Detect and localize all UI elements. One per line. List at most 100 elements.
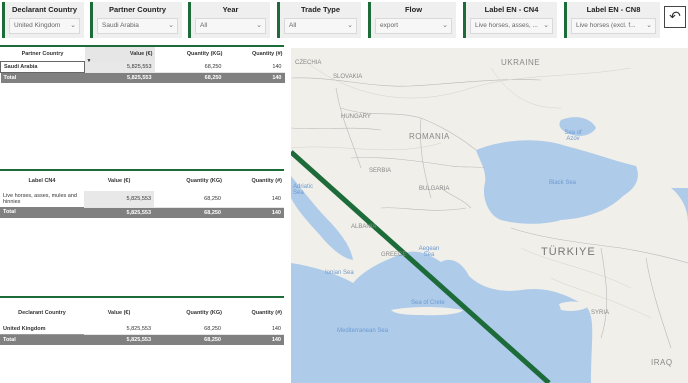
- cell-quantity-kg: 68,250: [154, 191, 224, 208]
- slicer-title: Year: [222, 5, 239, 14]
- column-header-declarant-country[interactable]: Declarant Country: [0, 298, 84, 324]
- slicer-title: Label EN - CN8: [586, 5, 641, 14]
- map-label-black-sea: Black Sea: [549, 180, 577, 186]
- chevron-down-icon: ⌄: [168, 22, 174, 29]
- dropdown-value: Live horses, asses, ...: [475, 22, 538, 29]
- partner-country-table: Partner Country Value (€) ▼ Quantity (KG)…: [0, 45, 285, 83]
- map-label-ionian-sea: Ionian Sea: [325, 270, 354, 276]
- map-label-mediterranean-sea: Mediterranean Sea: [337, 328, 389, 334]
- filter-bar: Declarant Country United Kingdom ⌄ Partn…: [0, 0, 688, 40]
- chevron-down-icon: ⌄: [70, 22, 76, 29]
- column-header-quantity-count[interactable]: Quantity (#): [224, 298, 284, 324]
- column-header-label-cn4[interactable]: Label CN4: [0, 171, 84, 191]
- total-quantity-kg: 68,250: [154, 207, 224, 218]
- slicer-title: Trade Type: [300, 5, 341, 14]
- cell-quantity-count: 140: [224, 191, 284, 208]
- column-header-value[interactable]: Value (€) ▼: [84, 47, 155, 64]
- map-label-slovakia: SLOVAKIA: [333, 74, 363, 80]
- total-quantity-count: 140: [224, 334, 284, 345]
- column-header-quantity-count[interactable]: Quantity (#): [224, 171, 284, 191]
- slicer-title: Flow: [404, 5, 423, 14]
- cell-value: 5,825,553: [84, 191, 154, 208]
- reset-filters-button[interactable]: ↶: [664, 6, 686, 28]
- map-label-adriatic-sea: Adriatic Sea: [293, 184, 314, 196]
- table-row[interactable]: Live horses, asses, mules and hinnies 5,…: [0, 191, 284, 208]
- total-row: Total 5,825,553 68,250 140: [0, 72, 285, 83]
- total-label: Total: [0, 207, 84, 218]
- cell-value: 5,825,553: [84, 61, 155, 73]
- dropdown-value: United Kingdom: [14, 22, 61, 29]
- dropdown-value: Saudi Arabia: [102, 22, 139, 29]
- chevron-down-icon: ⌄: [646, 22, 652, 29]
- row-label: Saudi Arabia: [0, 61, 85, 73]
- column-header-quantity-kg[interactable]: Quantity (KG): [154, 47, 225, 62]
- column-header-value[interactable]: Value (€): [84, 298, 154, 324]
- column-header-quantity-kg[interactable]: Quantity (KG): [154, 298, 224, 324]
- total-label: Total: [0, 334, 84, 345]
- slicer-flow: Flow export ⌄: [368, 2, 456, 38]
- total-quantity-count: 140: [224, 72, 285, 83]
- map-label-bulgaria: BULGARIA: [419, 186, 450, 192]
- slicer-partner-country: Partner Country Saudi Arabia ⌄: [90, 2, 182, 38]
- total-value: 5,825,553: [84, 207, 154, 218]
- total-value: 5,825,553: [84, 334, 154, 345]
- slicer-declarant-country: Declarant Country United Kingdom ⌄: [2, 2, 84, 38]
- chevron-down-icon: ⌄: [442, 22, 448, 29]
- total-quantity-kg: 68,250: [154, 72, 225, 83]
- year-dropdown[interactable]: All ⌄: [195, 18, 266, 34]
- total-quantity-kg: 68,250: [154, 334, 224, 345]
- trade-flow-map[interactable]: CZECHIA SLOVAKIA UKRAINE HUNGARY ROMANIA…: [291, 48, 688, 383]
- table-row[interactable]: United Kingdom 5,825,553 68,250 140: [0, 324, 284, 335]
- total-label: Total: [0, 72, 85, 83]
- map-label-ukraine: UKRAINE: [501, 58, 541, 67]
- sort-descending-icon: ▼: [86, 57, 92, 64]
- table-row[interactable]: Saudi Arabia 5,825,553 68,250 140: [0, 61, 285, 73]
- column-header-partner-country[interactable]: Partner Country: [0, 47, 85, 62]
- map-label-sea-of-azov: Sea of Azov: [564, 130, 582, 142]
- cell-value: 5,825,553: [84, 324, 154, 335]
- dropdown-value: Live horses (excl. f...: [576, 22, 636, 29]
- map-label-sea-of-crete: Sea of Crete: [411, 300, 445, 306]
- dropdown-value: export: [380, 22, 399, 29]
- caspian-sea-water: [671, 188, 688, 223]
- declarant-country-dropdown[interactable]: United Kingdom ⌄: [9, 18, 80, 34]
- map-label-iraq: IRAQ: [651, 358, 673, 367]
- dropdown-value: All: [200, 22, 208, 29]
- dropdown-value: All: [289, 22, 297, 29]
- cell-quantity-kg: 68,250: [154, 324, 224, 335]
- slicer-label-cn8: Label EN - CN8 Live horses (excl. f... ⌄: [564, 2, 660, 38]
- column-header-value[interactable]: Value (€): [84, 171, 154, 191]
- slicer-trade-type: Trade Type All ⌄: [277, 2, 361, 38]
- cell-quantity-count: 140: [224, 61, 285, 73]
- map-label-turkiye: TÜRKIYE: [541, 246, 596, 258]
- chevron-down-icon: ⌄: [347, 22, 353, 29]
- slicer-year: Year All ⌄: [188, 2, 270, 38]
- slicer-title: Label EN - CN4: [484, 5, 539, 14]
- cell-quantity-count: 140: [224, 324, 284, 335]
- column-header-quantity-kg[interactable]: Quantity (KG): [154, 171, 224, 191]
- map-label-romania: ROMANIA: [409, 132, 450, 141]
- label-cn4-dropdown[interactable]: Live horses, asses, ... ⌄: [470, 18, 553, 34]
- slicer-title: Partner Country: [108, 5, 167, 14]
- slicer-label-cn4: Label EN - CN4 Live horses, asses, ... ⌄: [463, 2, 557, 38]
- chevron-down-icon: ⌄: [543, 22, 549, 29]
- total-row: Total 5,825,553 68,250 140: [0, 334, 284, 345]
- map-label-hungary: HUNGARY: [341, 114, 371, 120]
- total-row: Total 5,825,553 68,250 140: [0, 207, 284, 218]
- trade-type-dropdown[interactable]: All ⌄: [284, 18, 357, 34]
- map-label-czechia: CZECHIA: [295, 60, 322, 66]
- total-quantity-count: 140: [224, 207, 284, 218]
- chevron-down-icon: ⌄: [256, 22, 262, 29]
- total-value: 5,825,553: [84, 72, 155, 83]
- row-label: United Kingdom: [0, 324, 84, 335]
- label-cn8-dropdown[interactable]: Live horses (excl. f... ⌄: [571, 18, 656, 34]
- undo-arrow-icon: ↶: [669, 8, 681, 24]
- map-label-aegean-sea: Aegean Sea: [418, 246, 440, 258]
- partner-country-dropdown[interactable]: Saudi Arabia ⌄: [97, 18, 178, 34]
- slicer-title: Declarant Country: [11, 5, 77, 14]
- row-label: Live horses, asses, mules and hinnies: [3, 193, 77, 205]
- column-header-quantity-count[interactable]: Quantity (#): [224, 47, 285, 62]
- map-label-albania: ALBANIA: [351, 224, 377, 230]
- declarant-country-table: Declarant Country Value (€) Quantity (KG…: [0, 296, 284, 345]
- flow-dropdown[interactable]: export ⌄: [375, 18, 452, 34]
